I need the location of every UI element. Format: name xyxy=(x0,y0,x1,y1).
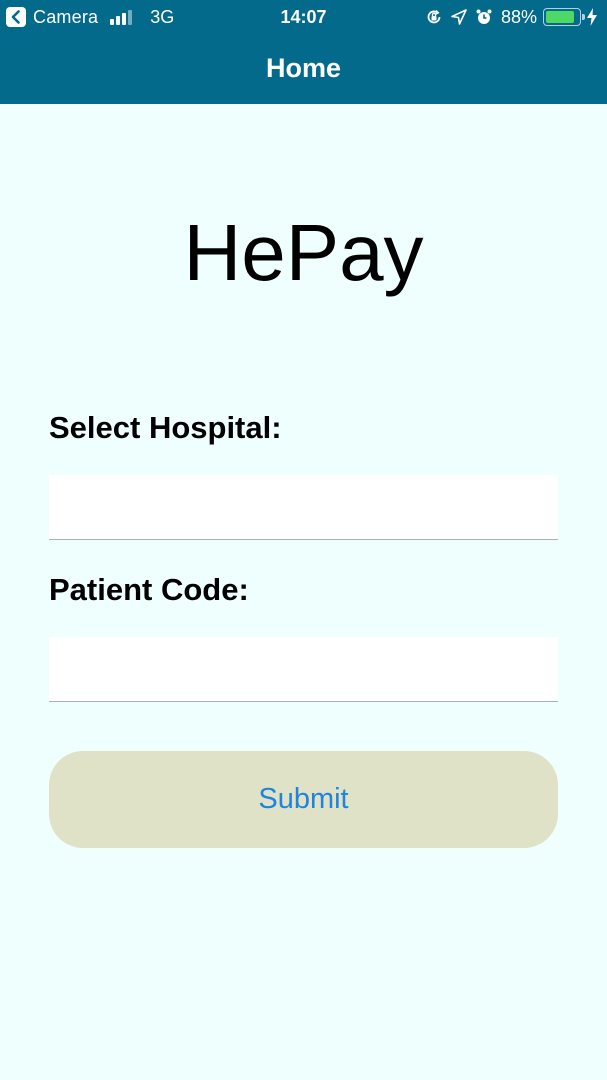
charging-bolt-icon xyxy=(587,8,597,26)
app-header: Camera 3G 14:07 88% Home xyxy=(0,0,607,104)
patient-code-field[interactable] xyxy=(49,637,558,702)
nav-title: Home xyxy=(265,53,341,83)
battery-tip xyxy=(582,14,585,20)
alarm-clock-icon xyxy=(475,8,493,26)
hospital-select-field[interactable] xyxy=(49,475,558,540)
status-bar: Camera 3G 14:07 88% xyxy=(0,0,607,34)
battery-level-fill xyxy=(546,11,575,23)
location-arrow-icon xyxy=(451,9,467,25)
status-right: 88% xyxy=(425,6,597,28)
app-title: HePay xyxy=(183,208,424,297)
hospital-label: Select Hospital: xyxy=(49,410,282,445)
orientation-lock-icon xyxy=(425,8,443,26)
submit-button[interactable]: Submit xyxy=(49,751,558,848)
battery-icon xyxy=(543,8,585,26)
patient-code-label: Patient Code: xyxy=(49,572,249,607)
battery-percent: 88% xyxy=(500,6,537,27)
